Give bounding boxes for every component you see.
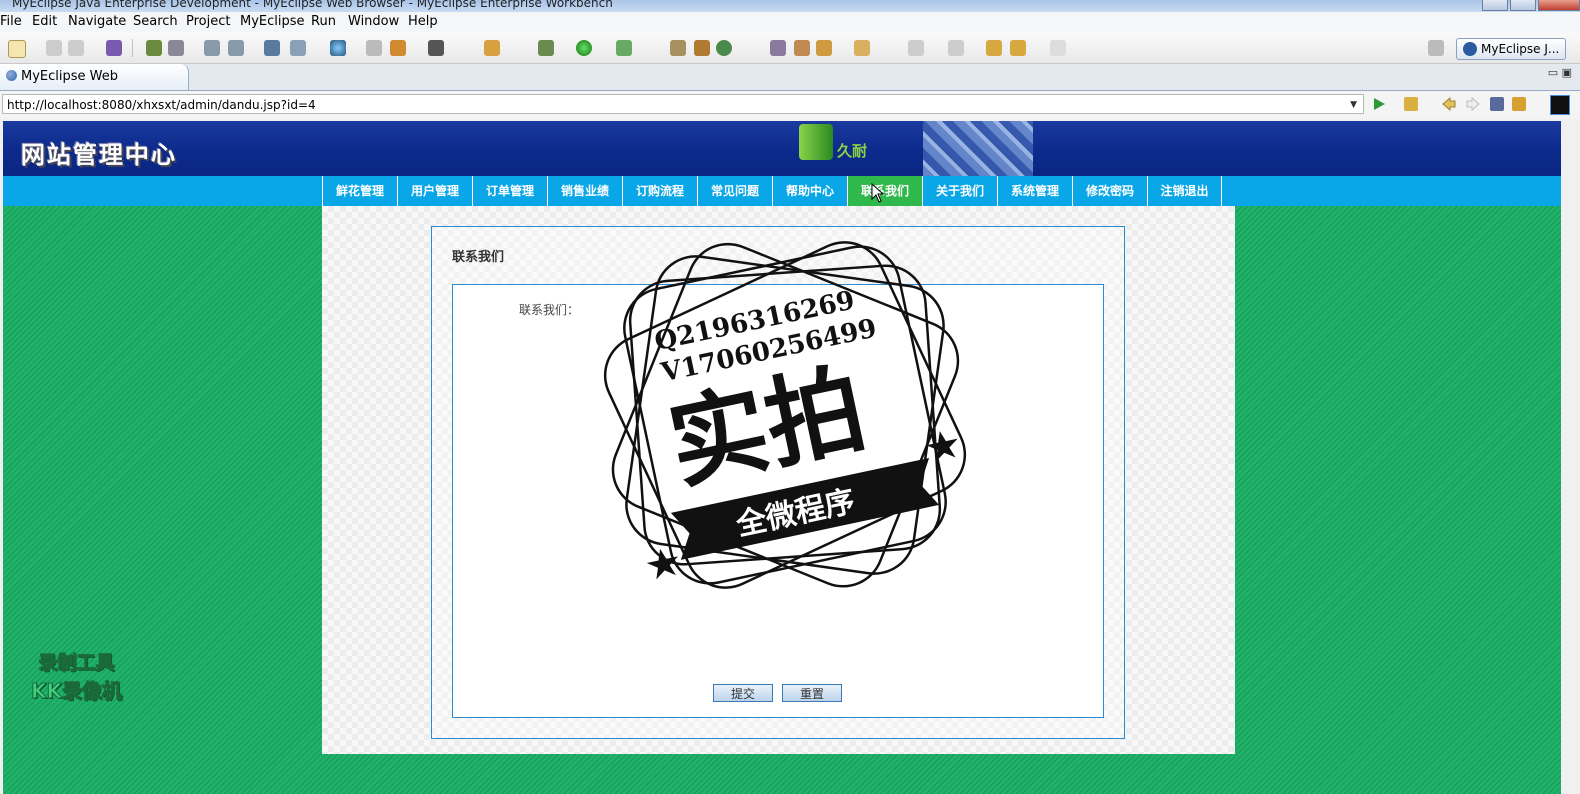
run-icon[interactable] xyxy=(576,40,592,56)
package-icon[interactable] xyxy=(106,40,122,56)
url-text: http://localhost:8080/xhxsxt/admin/dandu… xyxy=(7,98,316,112)
recorder-line2: KK录像机 xyxy=(31,679,123,704)
maximize-button[interactable] xyxy=(1510,0,1536,11)
search-icon[interactable] xyxy=(204,40,220,56)
window-controls xyxy=(1480,0,1580,12)
url-input[interactable]: http://localhost:8080/xhxsxt/admin/dandu… xyxy=(2,94,1364,114)
annotation-icon[interactable] xyxy=(854,40,870,56)
pencil-icon[interactable] xyxy=(770,40,786,56)
main-toolbar: MyEclipse J... xyxy=(0,33,1580,64)
wizard-icon[interactable] xyxy=(290,40,306,56)
site-header: 网站管理中心 久耐 xyxy=(3,121,1561,176)
site-title: 网站管理中心 xyxy=(21,141,177,169)
open-perspective-icon[interactable] xyxy=(1428,40,1444,56)
submit-button[interactable]: 提交 xyxy=(713,684,773,702)
toolbar-separator xyxy=(132,39,133,57)
nav-help[interactable]: 帮助中心 xyxy=(772,176,847,206)
browser-icon[interactable] xyxy=(1550,95,1570,115)
myeclipse-icon xyxy=(1463,41,1477,56)
refresh-icon[interactable] xyxy=(716,40,732,56)
nav-order-flow[interactable]: 订购流程 xyxy=(622,176,697,206)
globe-icon xyxy=(6,70,17,81)
reset-button[interactable]: 重置 xyxy=(782,684,842,702)
nav-system[interactable]: 系统管理 xyxy=(997,176,1072,206)
next-annotation-icon[interactable] xyxy=(908,40,924,56)
nav-user-mgmt[interactable]: 用户管理 xyxy=(397,176,472,206)
minimize-button[interactable] xyxy=(1482,0,1508,11)
close-button[interactable] xyxy=(1538,0,1580,11)
panel-title: 联系我们 xyxy=(452,250,505,265)
chevron-down-icon[interactable]: ▼ xyxy=(1350,95,1357,115)
nav-faq[interactable]: 常见问题 xyxy=(697,176,772,206)
find-icon[interactable] xyxy=(228,40,244,56)
stamp-watermark: Q2196316269 V17060256499 实拍 全微程序 xyxy=(603,241,967,589)
menu-navigate[interactable]: Navigate xyxy=(68,14,126,29)
menu-help[interactable]: Help xyxy=(408,14,438,29)
db-icon[interactable] xyxy=(264,40,280,56)
browser-address-row: http://localhost:8080/xhxsxt/admin/dandu… xyxy=(0,91,1580,119)
perspective-switcher[interactable]: MyEclipse J... xyxy=(1456,38,1566,60)
forward-icon[interactable] xyxy=(1050,40,1066,56)
menu-search[interactable]: Search xyxy=(133,14,178,29)
deploy-icon[interactable] xyxy=(168,40,184,56)
server-icon[interactable] xyxy=(146,40,162,56)
camera-icon[interactable] xyxy=(428,40,444,56)
menu-file[interactable]: File xyxy=(0,14,22,29)
recorder-watermark: 录制工具 KK录像机 xyxy=(31,649,123,705)
menu-project[interactable]: Project xyxy=(186,14,230,29)
editor-tab-row: MyEclipse Web Browser✕ ▭ ▣ xyxy=(0,64,1580,111)
nav-flower-mgmt[interactable]: 鲜花管理 xyxy=(322,176,397,206)
contact-field-label: 联系我们： xyxy=(519,303,580,317)
tab-web-browser[interactable]: MyEclipse Web Browser✕ xyxy=(0,64,189,111)
nav-password[interactable]: 修改密码 xyxy=(1072,176,1147,206)
new-file-icon[interactable] xyxy=(8,40,26,58)
menu-myeclipse[interactable]: MyEclipse xyxy=(240,14,305,29)
nav-order-mgmt[interactable]: 订单管理 xyxy=(472,176,547,206)
folder-open-icon[interactable] xyxy=(816,40,832,56)
nav-logout[interactable]: 注销退出 xyxy=(1147,176,1222,206)
refresh-icon[interactable] xyxy=(1512,97,1526,111)
back-icon[interactable] xyxy=(1442,96,1456,112)
globe-icon[interactable] xyxy=(330,40,346,56)
menu-window[interactable]: Window xyxy=(348,14,399,29)
logo-mark xyxy=(799,124,833,160)
window-title: MyEclipse Java Enterprise Development - … xyxy=(12,0,613,10)
nav-sales[interactable]: 销售业绩 xyxy=(547,176,622,206)
last-edit-icon[interactable] xyxy=(986,40,1002,56)
menu-edit[interactable]: Edit xyxy=(32,14,57,29)
site-nav: 鲜花管理 用户管理 订单管理 销售业绩 订购流程 常见问题 帮助中心 联系我们 … xyxy=(3,176,1561,206)
stop-icon[interactable] xyxy=(1490,97,1504,111)
rocket-icon[interactable] xyxy=(794,40,810,56)
forward-icon[interactable] xyxy=(1466,96,1480,112)
menu-bar: File Edit Navigate Search Project MyEcli… xyxy=(0,12,1580,33)
new-class-icon[interactable] xyxy=(484,40,500,56)
external-tools-icon[interactable] xyxy=(616,40,632,56)
cursor-icon xyxy=(871,183,885,203)
menu-run[interactable]: Run xyxy=(311,14,336,29)
recorder-line1: 录制工具 xyxy=(38,652,115,675)
favorites-icon[interactable] xyxy=(1404,97,1418,111)
back-icon[interactable] xyxy=(1010,40,1026,56)
debug-icon[interactable] xyxy=(538,40,554,56)
save-icon[interactable] xyxy=(46,40,62,56)
window-titlebar: MyEclipse Java Enterprise Development - … xyxy=(0,0,1580,12)
go-icon[interactable] xyxy=(1372,97,1386,111)
perspective-label: MyEclipse J... xyxy=(1481,42,1560,56)
open-type-icon[interactable] xyxy=(670,40,686,56)
site-logo: 久耐 xyxy=(799,124,899,169)
save-all-icon[interactable] xyxy=(68,40,84,56)
minimize-maximize-icon[interactable]: ▭ ▣ xyxy=(1548,66,1572,79)
keyboard-graphic xyxy=(923,121,1033,176)
nav-about[interactable]: 关于我们 xyxy=(922,176,997,206)
logo-text: 久耐 xyxy=(837,142,868,160)
hierarchy-icon[interactable] xyxy=(694,40,710,56)
folder-icon[interactable] xyxy=(366,40,382,56)
open-icon[interactable] xyxy=(390,40,406,56)
prev-annotation-icon[interactable] xyxy=(948,40,964,56)
